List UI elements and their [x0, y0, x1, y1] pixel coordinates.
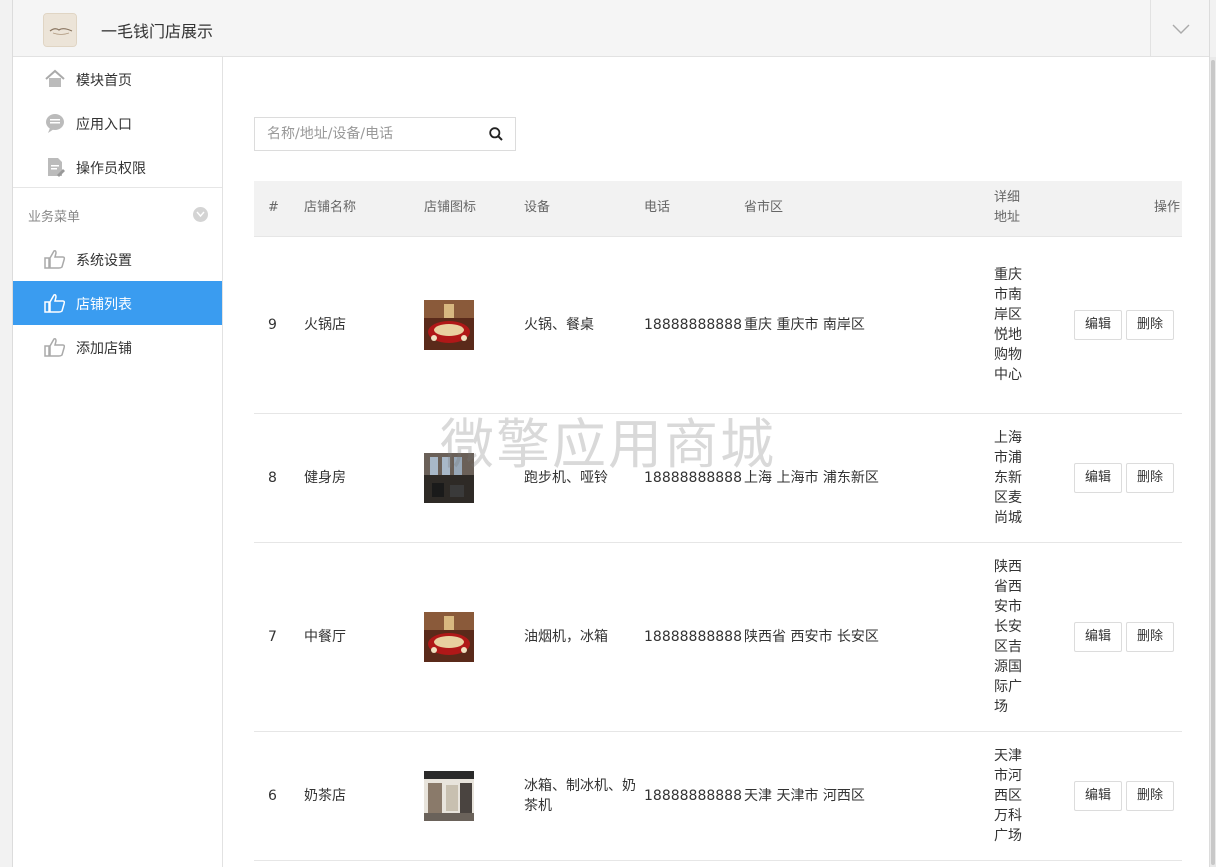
sidebar-item-system-settings[interactable]: 系统设置 — [13, 237, 222, 281]
sidebar-item-operator-permissions[interactable]: 操作员权限 — [13, 145, 222, 189]
row-actions: 编辑 删除 — [1074, 236, 1182, 414]
row-address-cell: 上海市浦东新区麦尚城 — [994, 413, 1074, 543]
row-id: 8 — [254, 413, 304, 543]
sidebar-item-label: 模块首页 — [76, 73, 132, 89]
scrollbar-thumb[interactable] — [1211, 60, 1215, 865]
sidebar-item-store-list[interactable]: 店铺列表 — [13, 281, 222, 325]
edit-button[interactable]: 编辑 — [1074, 780, 1123, 811]
table-row: 7 中餐厅 油烟机，冰箱 18888888888 陕西省 西安市 长安区 陕西省… — [254, 542, 1182, 732]
search-icon — [489, 127, 503, 141]
row-id: 6 — [254, 731, 304, 861]
delete-button[interactable]: 删除 — [1126, 462, 1175, 493]
row-devices: 油烟机，冰箱 — [524, 542, 644, 732]
col-header-actions: 操作 — [1074, 181, 1182, 237]
row-icon-cell — [424, 731, 524, 861]
row-region: 天津 天津市 河西区 — [744, 731, 994, 861]
col-header-address: 详细地址 — [994, 181, 1074, 237]
col-header-id: # — [254, 181, 304, 237]
table-header-row: # 店铺名称 店铺图标 设备 电话 省市区 详细地址 操作 — [254, 181, 1182, 237]
main-content: # 店铺名称 店铺图标 设备 电话 省市区 详细地址 操作 9 火锅店 — [223, 57, 1209, 867]
app-title: 一毛钱门店展示 — [101, 22, 214, 41]
thumbs-up-icon — [44, 250, 66, 269]
sidebar-item-app-entry[interactable]: 应用入口 — [13, 101, 222, 145]
edit-button[interactable]: 编辑 — [1074, 621, 1123, 652]
sidebar-item-label: 应用入口 — [76, 117, 132, 133]
sidebar-item-label: 操作员权限 — [76, 161, 146, 177]
sidebar-group-title: 业务菜单 — [28, 210, 81, 225]
row-actions: 编辑 删除 — [1074, 731, 1182, 861]
sidebar-item-label: 店铺列表 — [76, 297, 132, 313]
row-address: 天津市河西区万科广场 — [994, 747, 1022, 844]
sidebar: 模块首页 应用入口 操作员权限 业务菜单 系统设置 店铺列表 添加店铺 — [13, 57, 223, 867]
row-name: 火锅店 — [304, 236, 424, 414]
search-button[interactable] — [477, 118, 515, 150]
row-actions: 编辑 删除 — [1074, 413, 1182, 543]
row-address: 重庆市南岸区悦地购物中心 — [994, 266, 1022, 383]
store-thumbnail-hotpot — [424, 299, 474, 350]
row-id: 9 — [254, 236, 304, 414]
row-address-cell: 天津市河西区万科广场 — [994, 731, 1074, 861]
store-thumbnail-restaurant — [424, 611, 474, 662]
row-actions: 编辑 删除 — [1074, 542, 1182, 732]
chat-bubble-icon — [46, 114, 64, 133]
store-thumbnail-tea-shop — [424, 770, 474, 821]
table-row: 9 火锅店 火锅、餐桌 18888888888 重庆 重庆市 南岸区 重庆市南岸… — [254, 236, 1182, 414]
row-address: 陕西省西安市长安区吉源国际广场 — [994, 558, 1022, 715]
sidebar-item-label: 添加店铺 — [76, 341, 132, 357]
home-icon — [45, 69, 65, 87]
col-header-phone: 电话 — [644, 181, 744, 237]
row-phone: 18888888888 — [644, 236, 744, 414]
row-region: 陕西省 西安市 长安区 — [744, 542, 994, 732]
app-frame: 一毛钱门店展示 模块首页 应用入口 操作员权限 业务菜单 系统设置 店铺列表 添… — [12, 0, 1210, 867]
row-region: 重庆 重庆市 南岸区 — [744, 236, 994, 414]
row-devices: 冰箱、制冰机、奶茶机 — [524, 731, 644, 861]
document-edit-icon — [48, 158, 65, 177]
row-phone: 18888888888 — [644, 542, 744, 732]
thumbs-up-icon — [44, 294, 66, 313]
row-name: 奶茶店 — [304, 731, 424, 861]
sidebar-divider — [13, 187, 222, 188]
row-name: 中餐厅 — [304, 542, 424, 732]
row-address: 上海市浦东新区麦尚城 — [994, 429, 1022, 526]
top-bar: 一毛钱门店展示 — [13, 0, 1209, 57]
row-id: 7 — [254, 542, 304, 732]
edit-button[interactable]: 编辑 — [1074, 309, 1123, 340]
col-header-icon: 店铺图标 — [424, 181, 524, 237]
store-thumbnail-gym — [424, 452, 474, 503]
row-address-cell: 重庆市南岸区悦地购物中心 — [994, 236, 1074, 414]
sidebar-item-label: 系统设置 — [76, 253, 132, 269]
sidebar-item-add-store[interactable]: 添加店铺 — [13, 325, 222, 369]
chevron-down-icon — [1172, 24, 1190, 34]
row-region: 上海 上海市 浦东新区 — [744, 413, 994, 543]
row-name: 健身房 — [304, 413, 424, 543]
row-phone: 18888888888 — [644, 731, 744, 861]
chevron-down-icon — [196, 211, 205, 218]
thumbs-up-icon — [44, 338, 66, 357]
delete-button[interactable]: 删除 — [1126, 780, 1175, 811]
row-icon-cell — [424, 413, 524, 543]
row-icon-cell — [424, 542, 524, 732]
col-header-name: 店铺名称 — [304, 181, 424, 237]
delete-button[interactable]: 删除 — [1126, 621, 1175, 652]
delete-button[interactable]: 删除 — [1126, 309, 1175, 340]
edit-button[interactable]: 编辑 — [1074, 462, 1123, 493]
store-table: # 店铺名称 店铺图标 设备 电话 省市区 详细地址 操作 9 火锅店 火锅、餐… — [254, 181, 1182, 861]
app-logo — [43, 13, 77, 47]
search-input[interactable] — [255, 118, 480, 150]
col-header-devices: 设备 — [524, 181, 644, 237]
col-header-region: 省市区 — [744, 181, 994, 237]
sidebar-item-module-home[interactable]: 模块首页 — [13, 57, 222, 101]
table-row: 6 奶茶店 冰箱、制冰机、奶茶机 18888888888 天津 天津市 河西区 … — [254, 731, 1182, 861]
row-icon-cell — [424, 236, 524, 414]
row-phone: 18888888888 — [644, 413, 744, 543]
row-devices: 跑步机、哑铃 — [524, 413, 644, 543]
row-address-cell: 陕西省西安市长安区吉源国际广场 — [994, 542, 1074, 732]
table-row: 8 健身房 跑步机、哑铃 18888888888 上海 上海市 浦东新区 上海市… — [254, 413, 1182, 543]
collapse-group-button[interactable] — [193, 207, 208, 222]
header-menu-toggle[interactable] — [1150, 0, 1209, 57]
row-devices: 火锅、餐桌 — [524, 236, 644, 414]
search-box — [254, 117, 516, 151]
